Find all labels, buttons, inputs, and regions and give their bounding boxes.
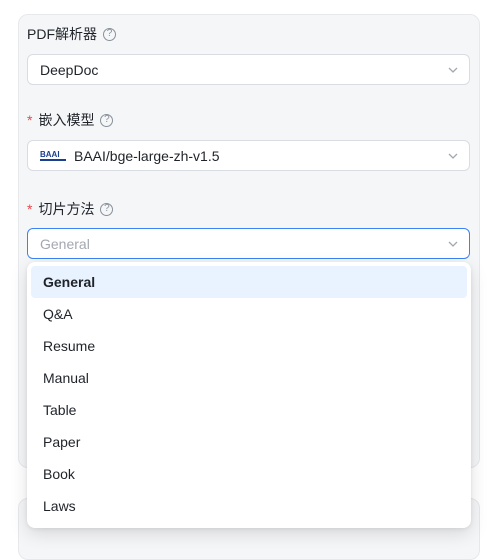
chunk-method-placeholder: General <box>40 235 90 252</box>
option-qa[interactable]: Q&A <box>31 298 467 330</box>
embedding-model-label-row: * 嵌入模型 ? <box>27 110 114 130</box>
help-circle-icon[interactable]: ? <box>103 27 116 41</box>
baai-logo-icon: BAAI <box>40 149 66 163</box>
option-paper[interactable]: Paper <box>31 426 467 458</box>
pdf-parser-label-row: PDF解析器 ? <box>27 24 116 44</box>
option-manual[interactable]: Manual <box>31 362 467 394</box>
chevron-down-icon <box>448 67 458 73</box>
help-circle-icon[interactable]: ? <box>100 202 114 216</box>
required-mark: * <box>27 201 33 217</box>
pdf-parser-value: DeepDoc <box>40 61 99 78</box>
chunk-method-select[interactable]: General <box>27 228 470 259</box>
chunk-method-dropdown: General Q&A Resume Manual Table Paper Bo… <box>27 262 471 528</box>
embedding-model-label: 嵌入模型 <box>38 112 95 128</box>
option-resume[interactable]: Resume <box>31 330 467 362</box>
required-mark: * <box>27 112 33 128</box>
option-laws[interactable]: Laws <box>31 490 467 522</box>
chunk-method-label: 切片方法 <box>38 201 95 217</box>
option-general[interactable]: General <box>31 266 467 298</box>
embedding-model-value: BAAI/bge-large-zh-v1.5 <box>74 147 220 164</box>
option-book[interactable]: Book <box>31 458 467 490</box>
chevron-down-icon <box>448 153 458 159</box>
logo-text: BAAI <box>40 150 60 159</box>
chunk-method-label-row: * 切片方法 ? <box>27 199 114 219</box>
help-circle-icon[interactable]: ? <box>100 113 114 127</box>
chevron-down-icon <box>448 241 458 247</box>
pdf-parser-select[interactable]: DeepDoc <box>27 54 470 85</box>
embedding-model-select[interactable]: BAAI BAAI/bge-large-zh-v1.5 <box>27 140 470 171</box>
pdf-parser-label: PDF解析器 <box>27 26 97 42</box>
option-table[interactable]: Table <box>31 394 467 426</box>
